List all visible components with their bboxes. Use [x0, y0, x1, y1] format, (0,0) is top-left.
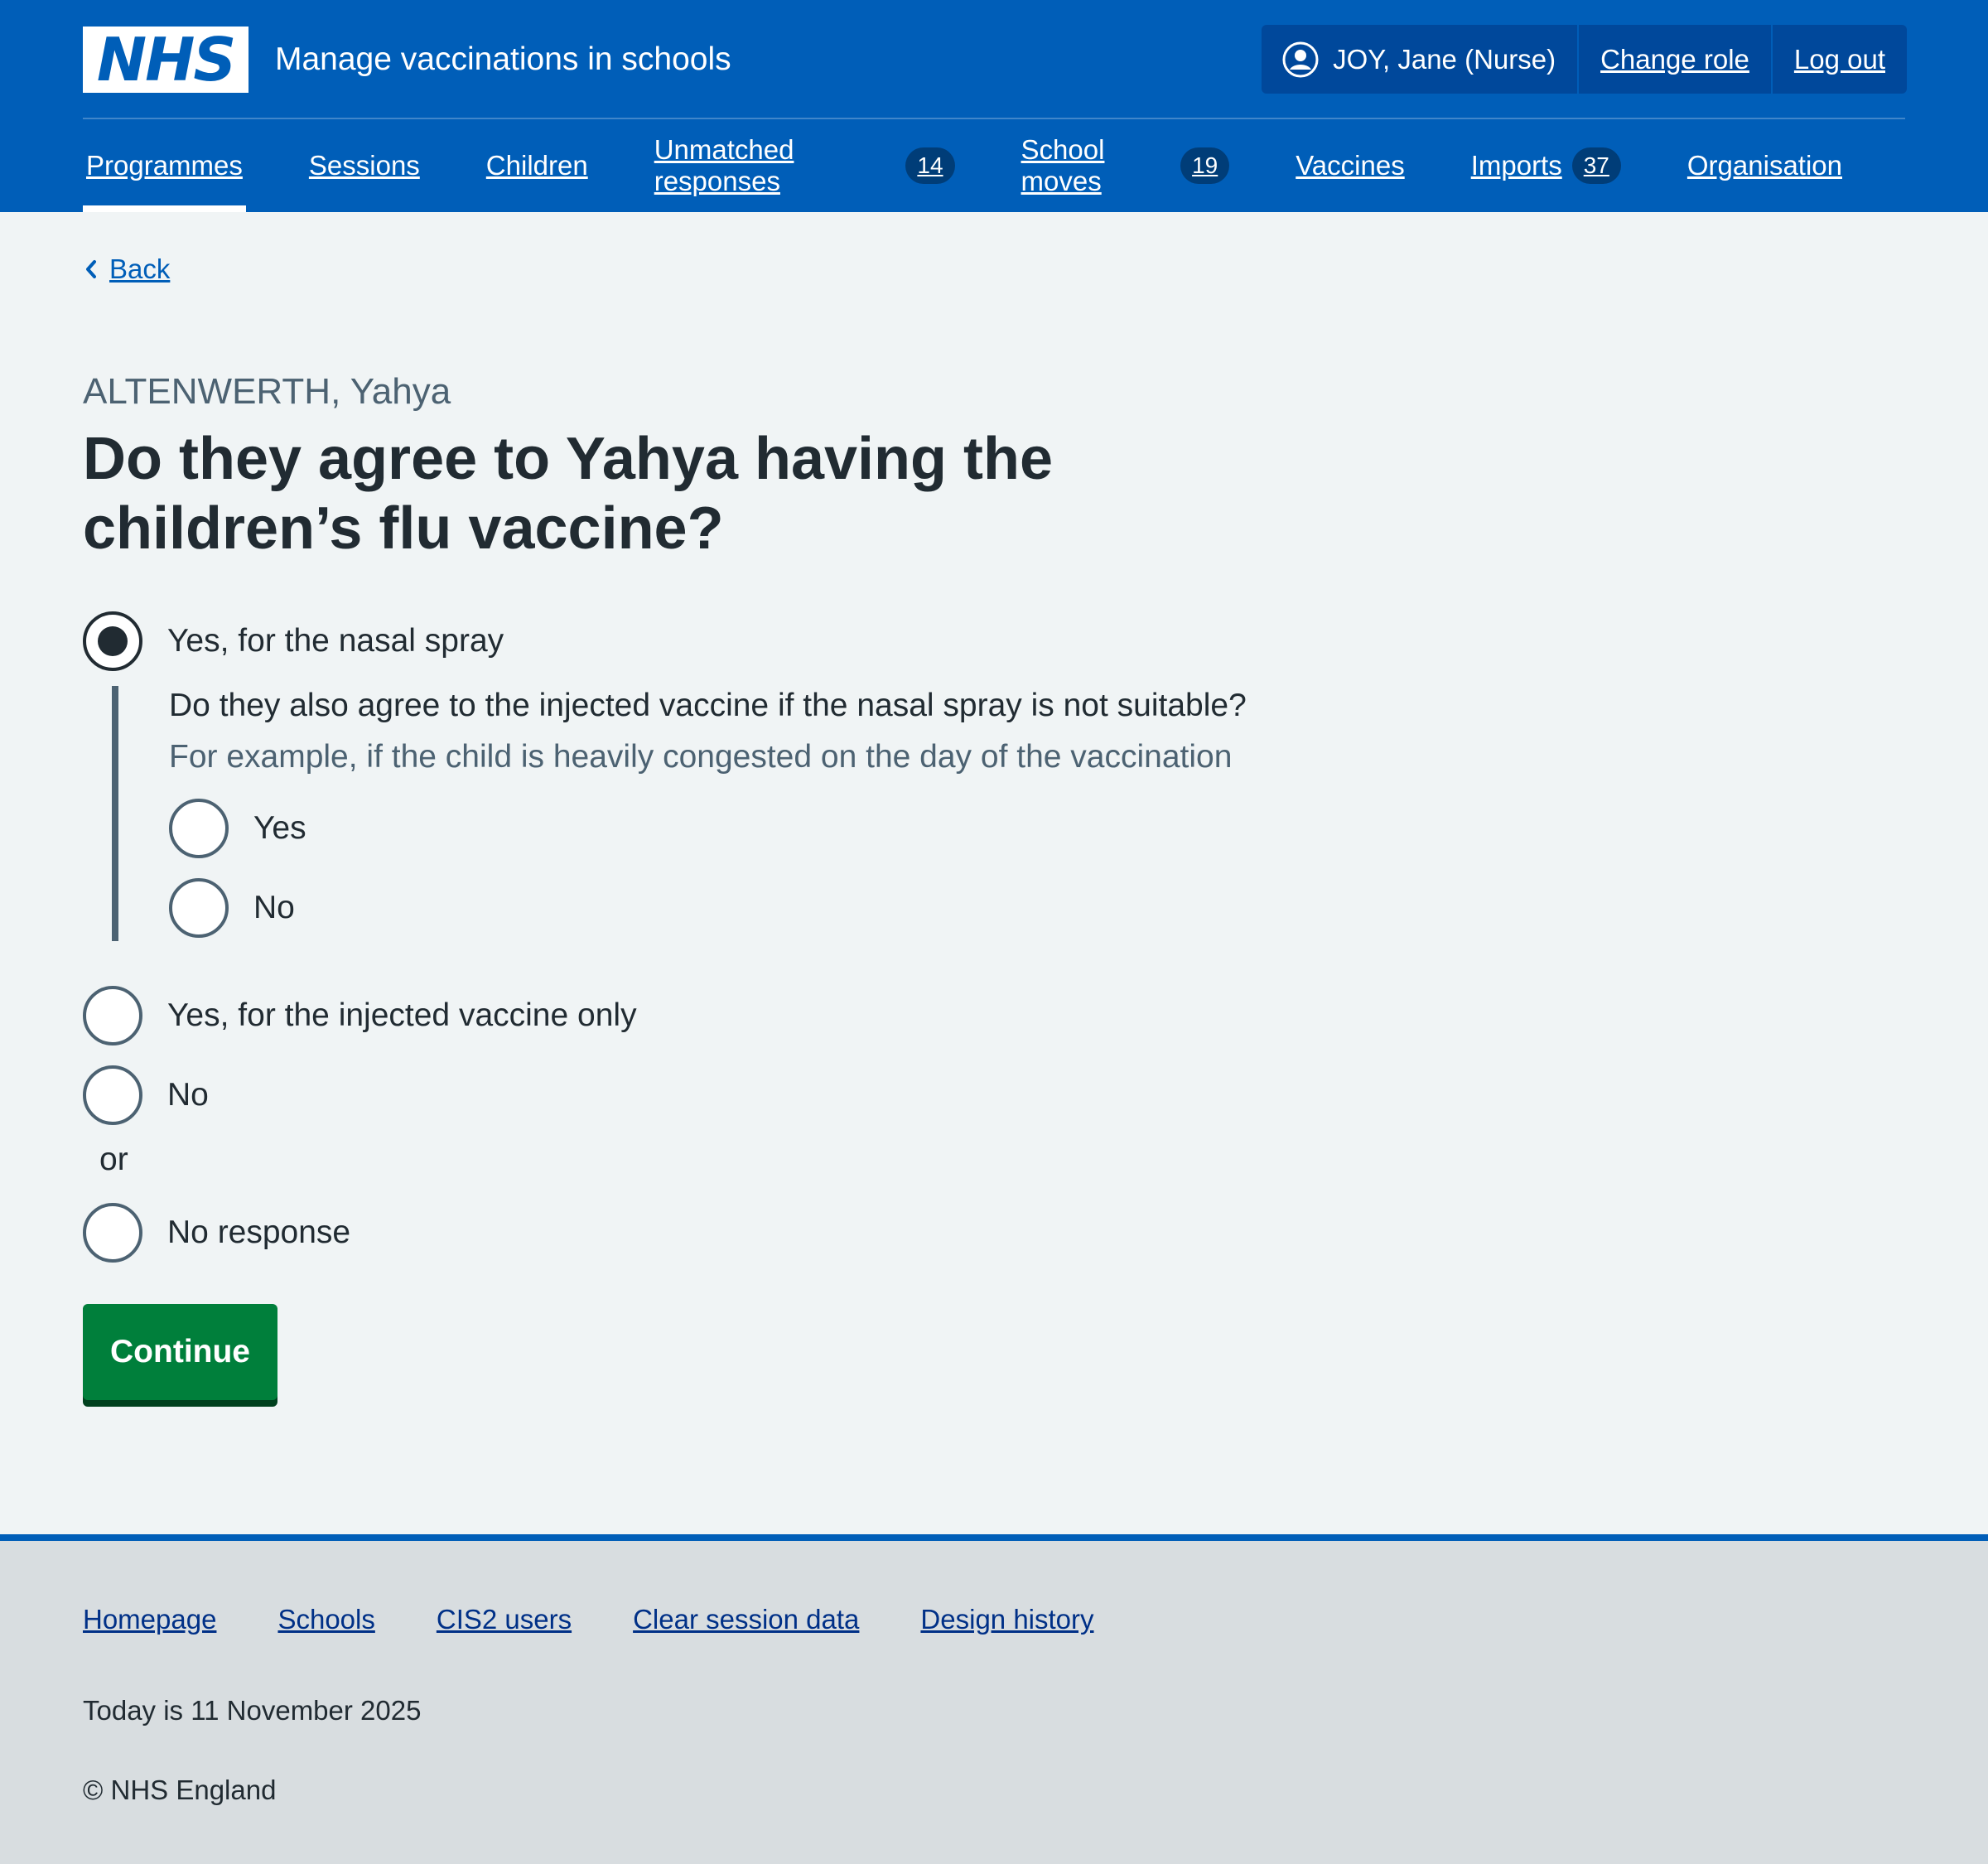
chevron-left-icon — [86, 260, 96, 278]
nav-label: Programmes — [86, 150, 243, 181]
nav-item-imports[interactable]: Imports 37 — [1468, 119, 1624, 212]
nav-item-school-moves[interactable]: School moves 19 — [1018, 119, 1233, 212]
sub-question-hint: For example, if the child is heavily con… — [169, 739, 1233, 775]
nav-label: Unmatched responses — [654, 134, 794, 196]
nav-item-vaccines[interactable]: Vaccines — [1292, 119, 1407, 212]
radio-label: Yes, for the nasal spray — [167, 623, 504, 659]
radio-injected-only[interactable]: Yes, for the injected vaccine only — [83, 986, 637, 1045]
footer-links: Homepage Schools CIS2 users Clear sessio… — [83, 1604, 1156, 1635]
radio-button[interactable] — [83, 611, 142, 671]
nav-label: Children — [485, 150, 588, 181]
radio-injected-fallback-yes[interactable]: Yes — [169, 799, 306, 858]
child-name-caption: ALTENWERTH, Yahya — [83, 371, 451, 412]
nav-label: School moves — [1021, 134, 1105, 196]
radio-button[interactable] — [83, 1203, 142, 1263]
account-menu: JOY, Jane (Nurse) Change role Log out — [1262, 25, 1907, 94]
radio-label: Yes, for the injected vaccine only — [167, 997, 637, 1033]
user-name: JOY, Jane (Nurse) — [1333, 43, 1556, 75]
conditional-reveal-bar — [112, 686, 118, 941]
account-user: JOY, Jane (Nurse) — [1262, 25, 1577, 94]
account-log-out: Log out — [1770, 25, 1907, 94]
radio-button[interactable] — [83, 986, 142, 1045]
log-out-link[interactable]: Log out — [1794, 44, 1885, 75]
sub-question: Do they also agree to the injected vacci… — [169, 688, 1247, 723]
count-badge: 37 — [1571, 147, 1621, 184]
count-badge: 14 — [905, 147, 955, 184]
back-link-container: Back — [83, 254, 170, 285]
continue-button[interactable]: Continue — [83, 1304, 277, 1400]
radio-button[interactable] — [169, 878, 229, 938]
count-badge: 19 — [1180, 147, 1230, 184]
radio-label: No — [167, 1077, 209, 1113]
site-footer: Homepage Schools CIS2 users Clear sessio… — [0, 1534, 1988, 1864]
radio-divider-or: or — [99, 1142, 128, 1177]
nav-item-programmes[interactable]: Programmes — [83, 119, 246, 212]
site-header: NHS Manage vaccinations in schools JOY, … — [0, 0, 1988, 212]
nav-label: Imports — [1470, 150, 1562, 181]
radio-button[interactable] — [83, 1065, 142, 1125]
nav-label: Vaccines — [1296, 150, 1405, 181]
radio-label: Yes — [253, 810, 306, 846]
primary-nav: Programmes Sessions Children Unmatched r… — [83, 119, 1905, 212]
radio-no-response[interactable]: No response — [83, 1203, 350, 1263]
nav-item-sessions[interactable]: Sessions — [306, 119, 423, 212]
footer-link-clear-session-data[interactable]: Clear session data — [633, 1604, 859, 1635]
footer-copyright: © NHS England — [83, 1775, 277, 1805]
account-change-role: Change role — [1577, 25, 1771, 94]
footer-link-design-history[interactable]: Design history — [920, 1604, 1093, 1635]
back-link[interactable]: Back — [109, 254, 170, 285]
change-role-link[interactable]: Change role — [1600, 44, 1749, 75]
user-icon — [1282, 41, 1319, 77]
footer-date: Today is 11 November 2025 — [83, 1695, 422, 1726]
footer-link-cis2-users[interactable]: CIS2 users — [437, 1604, 572, 1635]
nhs-logo[interactable]: NHS — [83, 27, 248, 93]
radio-no[interactable]: No — [83, 1065, 209, 1125]
footer-link-homepage[interactable]: Homepage — [83, 1604, 216, 1635]
nav-label: Organisation — [1686, 150, 1842, 181]
radio-nasal-spray[interactable]: Yes, for the nasal spray — [83, 611, 504, 671]
radio-button[interactable] — [169, 799, 229, 858]
service-name[interactable]: Manage vaccinations in schools — [275, 36, 731, 83]
nav-item-unmatched-responses[interactable]: Unmatched responses 14 — [651, 119, 958, 212]
page-title: Do they agree to Yahya having the childr… — [83, 426, 1054, 562]
radio-label: No — [253, 890, 295, 925]
nav-label: Sessions — [308, 150, 420, 181]
radio-injected-fallback-no[interactable]: No — [169, 878, 295, 938]
footer-link-schools[interactable]: Schools — [277, 1604, 374, 1635]
nav-item-organisation[interactable]: Organisation — [1684, 119, 1846, 212]
nav-item-children[interactable]: Children — [483, 119, 591, 212]
radio-label: No response — [167, 1214, 351, 1250]
